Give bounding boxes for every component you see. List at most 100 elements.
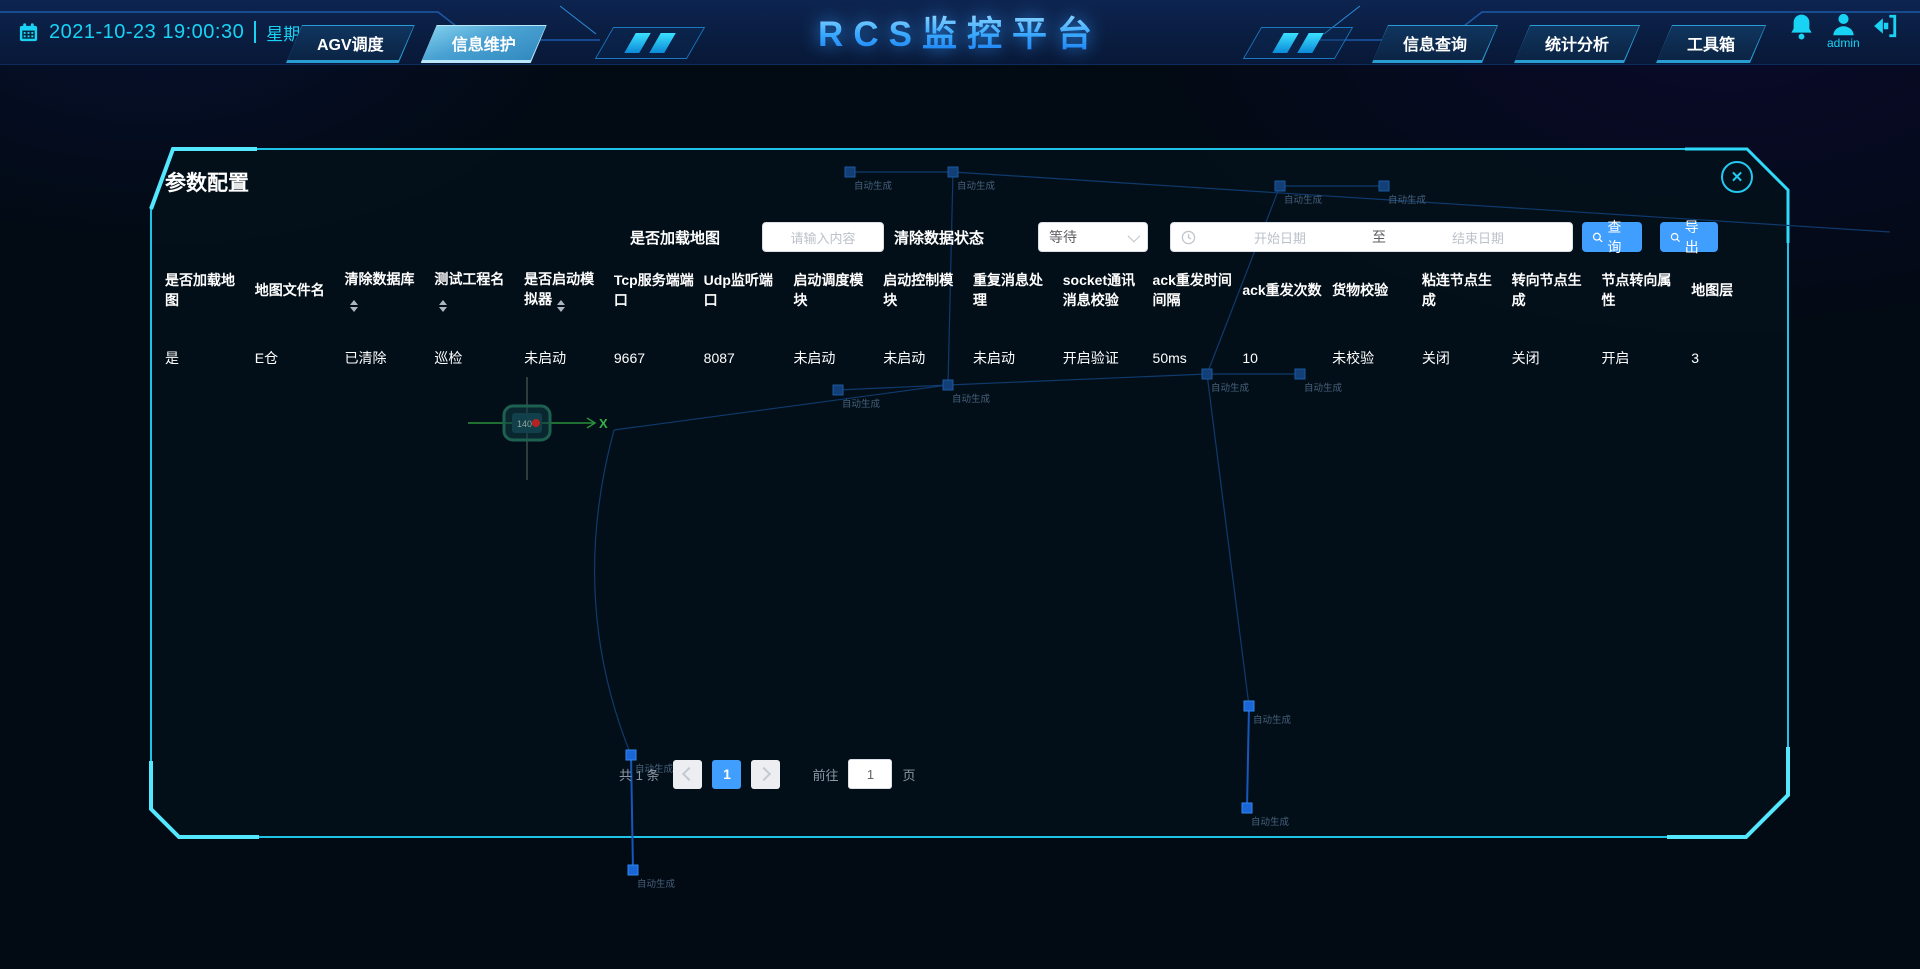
column-header: 启动控制模块	[883, 270, 969, 310]
column-header: 节点转向属性	[1601, 270, 1687, 310]
datetime-divider	[254, 21, 256, 43]
table-cell: 未启动	[793, 349, 879, 367]
date-separator: 至	[1364, 227, 1394, 247]
table-cell: 未启动	[524, 349, 610, 367]
tab-toolbox[interactable]: 工具箱	[1656, 25, 1766, 63]
goto-page-input[interactable]: 1	[848, 759, 892, 789]
map-node-label: 自动生成	[637, 878, 676, 890]
tab-info-query[interactable]: 信息查询	[1372, 25, 1498, 63]
column-header: 转向节点生成	[1512, 270, 1598, 310]
column-header: 货物校验	[1332, 280, 1418, 300]
export-button[interactable]: 导出	[1660, 222, 1718, 252]
goto-label: 前往	[812, 765, 838, 784]
tab-label: 信息维护	[452, 31, 516, 55]
left-nav-tabs: AGV调度 信息维护	[286, 25, 547, 63]
search-icon	[1670, 231, 1681, 244]
column-header: 粘连节点生成	[1422, 270, 1508, 310]
date-end-placeholder: 结束日期	[1394, 228, 1562, 247]
table-cell: 9667	[614, 349, 700, 367]
column-header: 启动调度模块	[793, 270, 879, 310]
table-cell: 关闭	[1422, 349, 1508, 367]
pagination-total: 共 1 条	[619, 765, 659, 784]
tab-label: AGV调度	[317, 31, 384, 55]
tab-agv-dispatch[interactable]: AGV调度	[286, 25, 415, 63]
load-map-input[interactable]: 请输入内容	[762, 222, 884, 252]
page-unit-label: 页	[902, 765, 915, 784]
pagination: 共 1 条 1 前往 1 页	[619, 759, 916, 789]
header-decoration-right	[1243, 27, 1353, 59]
page-number-button[interactable]: 1	[712, 760, 741, 789]
chevron-left-icon	[682, 767, 696, 781]
export-button-label: 导出	[1685, 217, 1708, 257]
table-cell: 未启动	[973, 349, 1059, 367]
sort-icon[interactable]	[557, 300, 565, 312]
table-cell: 10	[1242, 349, 1328, 367]
column-header: 重复消息处理	[973, 270, 1059, 310]
user-account[interactable]: admin	[1827, 12, 1860, 49]
tab-label: 信息查询	[1403, 31, 1467, 55]
prev-page-button[interactable]	[673, 760, 702, 789]
table-cell: 8087	[704, 349, 790, 367]
search-icon	[1592, 231, 1603, 244]
column-header: 地图文件名	[255, 280, 341, 300]
table-cell: 关闭	[1512, 349, 1598, 367]
sort-icon[interactable]	[439, 300, 447, 312]
column-header[interactable]: 清除数据库	[345, 269, 431, 312]
load-map-placeholder: 请输入内容	[790, 228, 855, 247]
page-title: RCS监控平台	[818, 6, 1102, 57]
column-header: Tcp服务端端口	[614, 270, 700, 310]
right-nav-tabs: 信息查询 统计分析 工具箱	[1372, 25, 1766, 63]
column-header: 地图层	[1691, 280, 1777, 300]
column-header[interactable]: 是否启动模拟器	[524, 269, 610, 312]
sort-icon[interactable]	[350, 300, 358, 312]
date-range-picker[interactable]: 开始日期 至 结束日期	[1170, 222, 1573, 252]
calendar-icon	[18, 22, 39, 43]
date-start-placeholder: 开始日期	[1196, 228, 1364, 247]
column-header: ack重发时间间隔	[1153, 270, 1239, 310]
chevron-right-icon	[757, 767, 771, 781]
table-cell: 开启验证	[1063, 349, 1149, 367]
clear-status-filter-label: 清除数据状态	[894, 221, 984, 253]
table-cell: 开启	[1601, 349, 1687, 367]
header-decoration-left	[595, 27, 705, 59]
table-header-row: 是否加载地图地图文件名清除数据库测试工程名是否启动模拟器Tcp服务端端口Udp监…	[165, 259, 1777, 321]
chevron-down-icon	[1128, 229, 1141, 242]
column-header: socket通讯消息校验	[1063, 270, 1149, 310]
filter-bar: 是否加载地图 请输入内容 清除数据状态 等待 开始日期 至 结束日期 查询	[129, 221, 1790, 253]
tab-label: 工具箱	[1687, 31, 1735, 55]
column-header: Udp监听端口	[704, 270, 790, 310]
table-cell: 是	[165, 349, 251, 367]
tab-label: 统计分析	[1545, 31, 1609, 55]
top-navigation-bar: 2021-10-23 19:00:30 星期六 AGV调度 信息维护 RCS监控…	[0, 0, 1920, 64]
map-node	[628, 865, 638, 875]
column-header: 是否加载地图	[165, 270, 251, 310]
clear-status-select[interactable]: 等待	[1038, 222, 1148, 252]
tab-statistics[interactable]: 统计分析	[1514, 25, 1640, 63]
table-cell: 50ms	[1153, 349, 1239, 367]
next-page-button[interactable]	[751, 760, 780, 789]
close-icon[interactable]: ✕	[1721, 161, 1753, 193]
table-cell: 巡检	[434, 349, 520, 367]
table-cell: 未校验	[1332, 349, 1418, 367]
load-map-filter-label: 是否加载地图	[630, 221, 720, 253]
column-header[interactable]: 测试工程名	[434, 269, 520, 312]
notification-bell-icon[interactable]	[1788, 12, 1815, 42]
clear-status-value: 等待	[1049, 227, 1077, 247]
table-cell: 未启动	[883, 349, 969, 367]
tab-info-maintenance[interactable]: 信息维护	[421, 25, 547, 63]
table-cell: 3	[1691, 349, 1777, 367]
logout-icon[interactable]	[1872, 12, 1898, 40]
query-button-label: 查询	[1607, 217, 1632, 257]
table-cell: E仓	[255, 349, 341, 367]
username-label: admin	[1827, 37, 1860, 49]
query-button[interactable]: 查询	[1582, 222, 1642, 252]
table-row: 是E仓已清除巡检未启动96678087未启动未启动未启动开启验证50ms10未校…	[165, 341, 1777, 375]
datetime-block: 2021-10-23 19:00:30 星期六	[18, 0, 317, 64]
parameter-config-modal: 参数配置 ✕ 是否加载地图 请输入内容 清除数据状态 等待 开始日期 至 结束日…	[129, 147, 1790, 839]
clock-icon	[1181, 230, 1196, 245]
column-header: ack重发次数	[1242, 280, 1328, 300]
current-datetime: 2021-10-23 19:00:30	[49, 21, 244, 44]
modal-title: 参数配置	[165, 167, 249, 197]
table-cell: 已清除	[345, 349, 431, 367]
user-icon	[1830, 12, 1857, 36]
